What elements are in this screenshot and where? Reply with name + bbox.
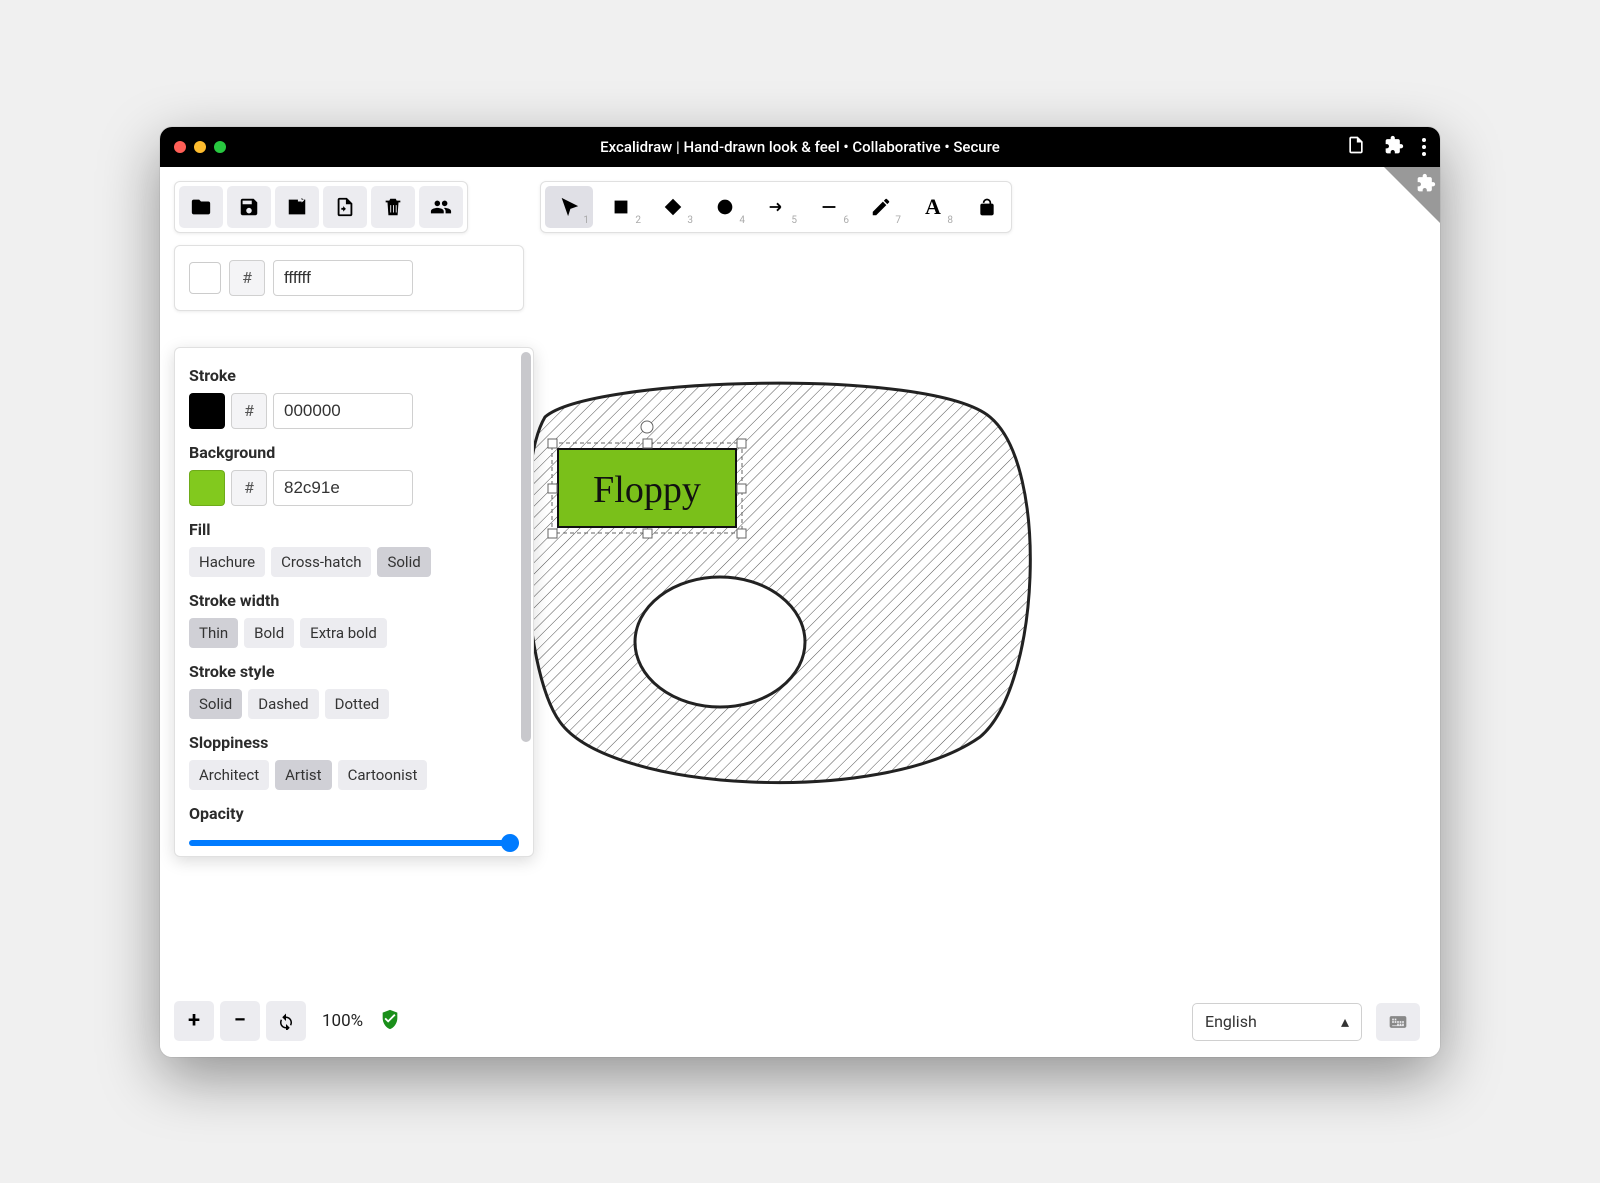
chevron-up-icon: ▴	[1341, 1012, 1349, 1031]
stroke-style-options: Solid Dashed Dotted	[189, 689, 519, 719]
tool-draw[interactable]: 7	[857, 186, 905, 228]
menu-dots-icon[interactable]	[1422, 138, 1426, 156]
opacity-slider[interactable]	[189, 840, 519, 846]
stroke-label: Stroke	[189, 366, 519, 385]
export-image-button[interactable]	[275, 186, 319, 228]
tool-rectangle[interactable]: 2	[597, 186, 645, 228]
sl-architect[interactable]: Architect	[189, 760, 269, 790]
window-title: Excalidraw | Hand-drawn look & feel • Co…	[600, 138, 1000, 156]
opacity-label: Opacity	[189, 804, 519, 823]
fill-options: Hachure Cross-hatch Solid	[189, 547, 519, 577]
ss-dashed[interactable]: Dashed	[248, 689, 318, 719]
zoom-reset-button[interactable]	[266, 1001, 306, 1041]
fill-solid[interactable]: Solid	[377, 547, 430, 577]
ss-dotted[interactable]: Dotted	[325, 689, 390, 719]
canvas-bg-swatch[interactable]	[189, 262, 221, 294]
fill-crosshatch[interactable]: Cross-hatch	[271, 547, 371, 577]
keyboard-shortcuts-button[interactable]	[1376, 1003, 1420, 1041]
tool-line[interactable]: 6	[805, 186, 853, 228]
hash-prefix: #	[231, 393, 267, 429]
ss-solid[interactable]: Solid	[189, 689, 242, 719]
sloppiness-label: Sloppiness	[189, 733, 519, 752]
sl-cartoonist[interactable]: Cartoonist	[338, 760, 428, 790]
traffic-lights	[174, 141, 226, 153]
canvas-background-panel: #	[174, 245, 524, 311]
tool-diamond[interactable]: 3	[649, 186, 697, 228]
zoom-in-button[interactable]: +	[174, 1001, 214, 1041]
zoom-bar: + − 100%	[174, 1001, 401, 1041]
maximize-window-button[interactable]	[214, 141, 226, 153]
lock-toggle[interactable]	[967, 186, 1007, 228]
selected-text[interactable]: Floppy	[593, 469, 701, 511]
language-label: English	[1205, 1012, 1257, 1031]
sketch-hole[interactable]	[635, 577, 805, 707]
language-select[interactable]: English ▴	[1192, 1003, 1362, 1041]
sw-bold[interactable]: Bold	[244, 618, 294, 648]
zoom-percent: 100%	[322, 1011, 363, 1031]
hash-prefix: #	[231, 470, 267, 506]
stroke-style-label: Stroke style	[189, 662, 519, 681]
page-icon[interactable]	[1346, 135, 1366, 159]
open-button[interactable]	[179, 186, 223, 228]
canvas-bg-hex-input[interactable]	[273, 260, 413, 296]
titlebar: Excalidraw | Hand-drawn look & feel • Co…	[160, 127, 1440, 167]
minimize-window-button[interactable]	[194, 141, 206, 153]
export-button[interactable]	[323, 186, 367, 228]
stroke-hex-input[interactable]	[273, 393, 413, 429]
stroke-width-label: Stroke width	[189, 591, 519, 610]
app-window: Excalidraw | Hand-drawn look & feel • Co…	[160, 127, 1440, 1057]
clear-canvas-button[interactable]	[371, 186, 415, 228]
tool-text[interactable]: A8	[909, 186, 957, 228]
corner-banner[interactable]	[1384, 167, 1440, 223]
stroke-swatch[interactable]	[189, 393, 225, 429]
background-label: Background	[189, 443, 519, 462]
background-swatch[interactable]	[189, 470, 225, 506]
close-window-button[interactable]	[174, 141, 186, 153]
properties-panel: Stroke # Background # Fill Hachure Cross…	[174, 347, 534, 857]
collaborate-button[interactable]	[419, 186, 463, 228]
fill-hachure[interactable]: Hachure	[189, 547, 265, 577]
tool-arrow[interactable]: 5	[753, 186, 801, 228]
save-button[interactable]	[227, 186, 271, 228]
sl-artist[interactable]: Artist	[275, 760, 331, 790]
extension-icon[interactable]	[1384, 135, 1404, 159]
panel-scrollbar[interactable]	[521, 352, 531, 742]
app-body: Floppy 1	[160, 167, 1440, 1057]
tool-selection[interactable]: 1	[545, 186, 593, 228]
encryption-shield-icon	[379, 1008, 401, 1034]
sw-thin[interactable]: Thin	[189, 618, 238, 648]
shape-toolbar: 1 2 3 4 5 6 7 A8	[540, 181, 1012, 233]
zoom-out-button[interactable]: −	[220, 1001, 260, 1041]
sw-extrabold[interactable]: Extra bold	[300, 618, 387, 648]
tool-ellipse[interactable]: 4	[701, 186, 749, 228]
hash-prefix: #	[229, 260, 265, 296]
file-toolbar	[174, 181, 468, 233]
fill-label: Fill	[189, 520, 519, 539]
sloppiness-options: Architect Artist Cartoonist	[189, 760, 519, 790]
stroke-width-options: Thin Bold Extra bold	[189, 618, 519, 648]
background-hex-input[interactable]	[273, 470, 413, 506]
